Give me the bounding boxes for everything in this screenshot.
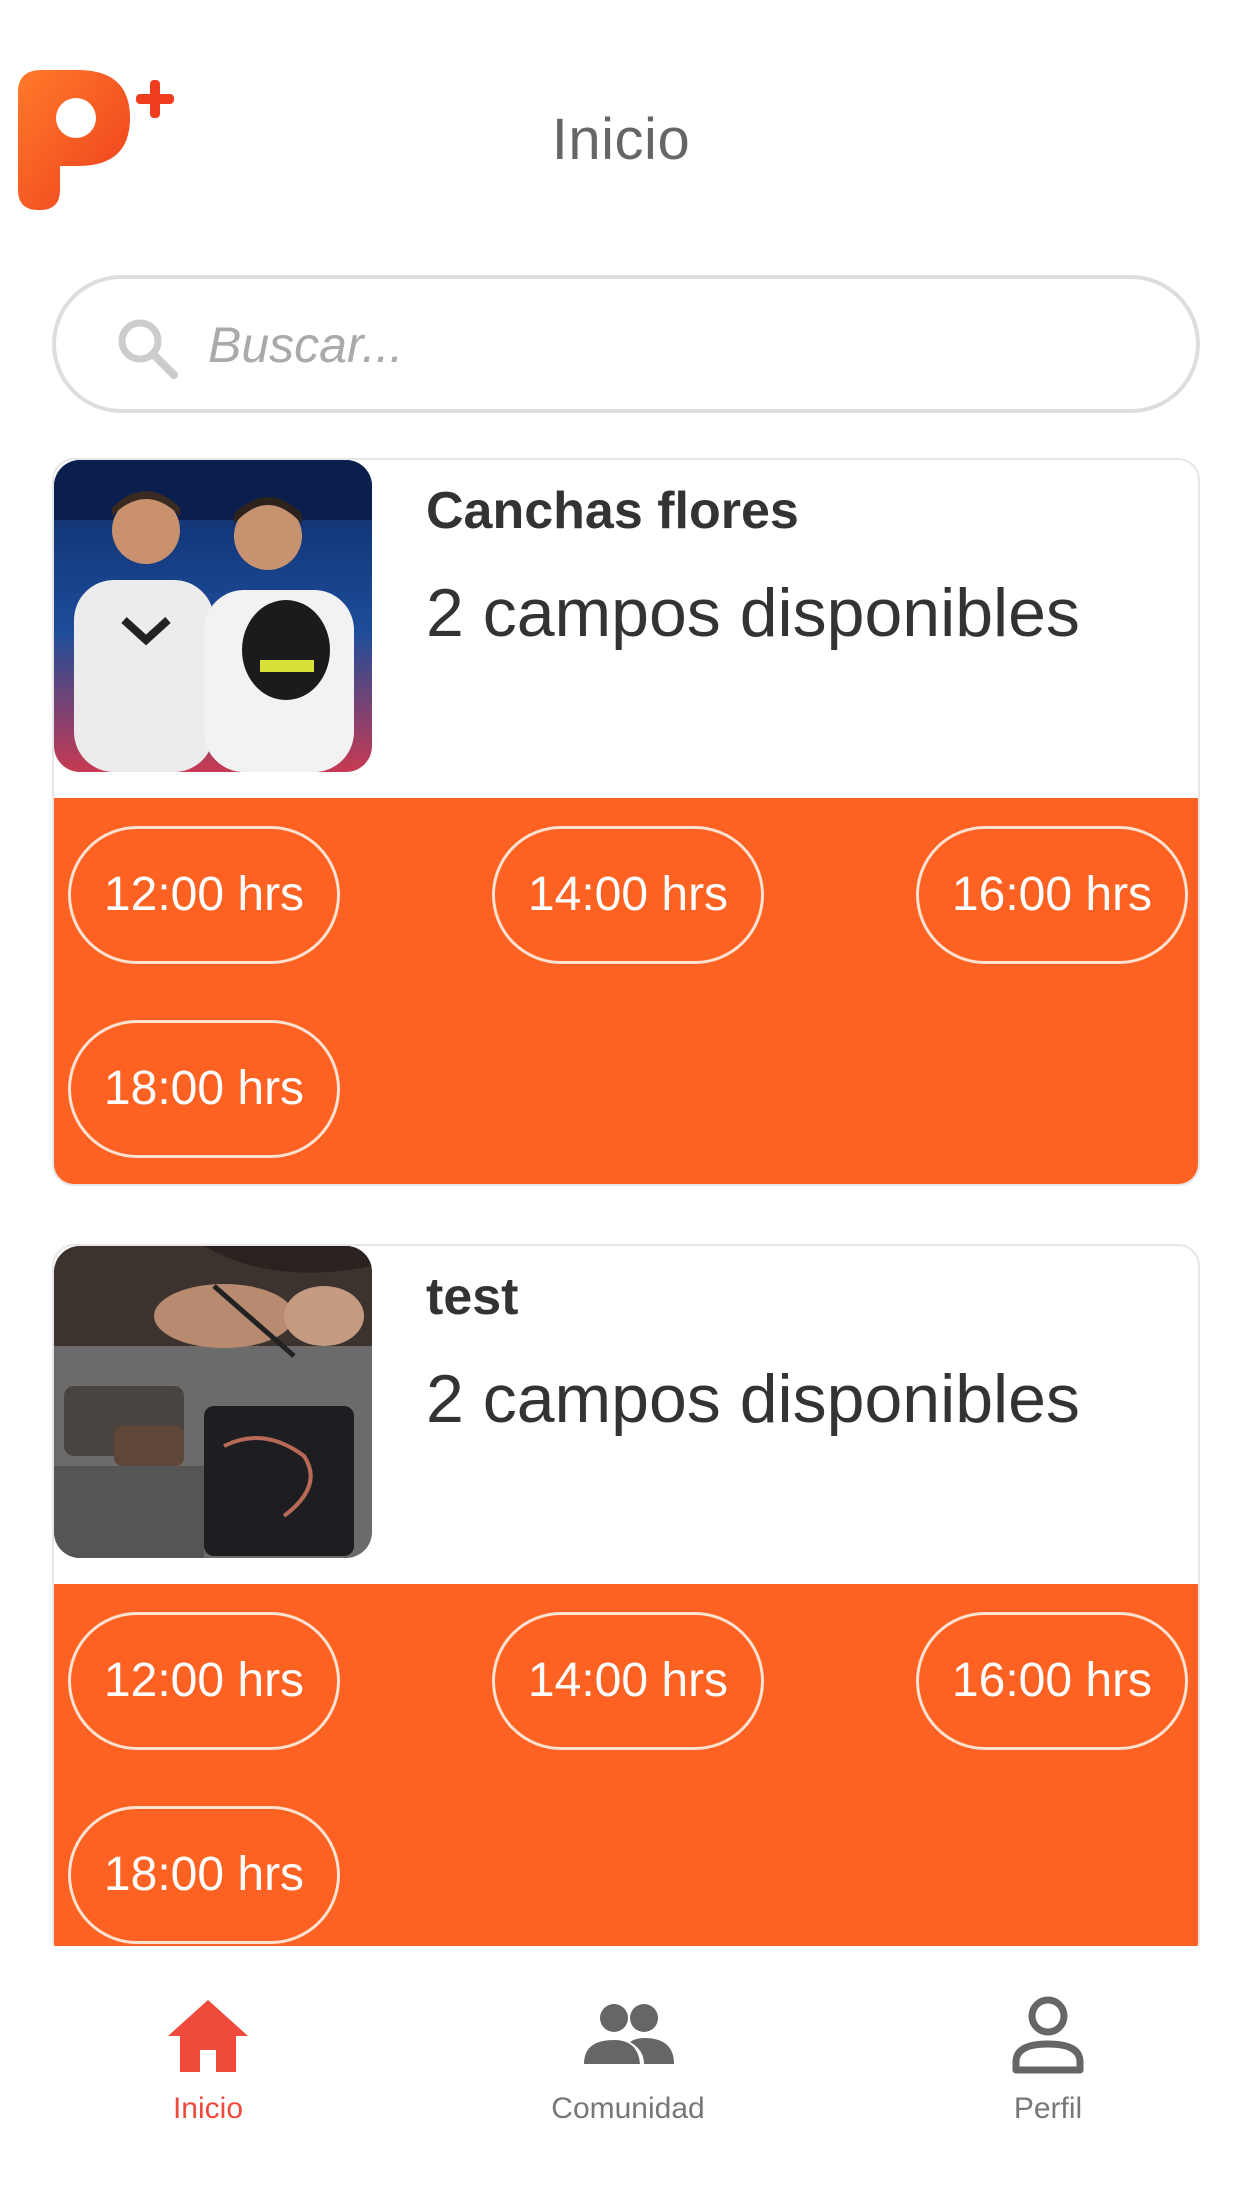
venue-photo-players [54,460,372,772]
time-slots-panel: 12:00 hrs 14:00 hrs 16:00 hrs 18:00 hrs [54,798,1198,1184]
venue-name: test [426,1268,519,1326]
search-input[interactable] [206,303,1170,387]
time-slots-panel: 12:00 hrs 14:00 hrs 16:00 hrs 18:00 hrs [54,1584,1198,1962]
people-icon [584,2004,674,2064]
app-header: Inicio [0,0,1242,250]
person-icon [1012,1996,1084,2074]
nav-label: Perfil [1013,2092,1083,2125]
nav-item-perfil[interactable]: Perfil [918,1988,1178,2138]
venue-availability: 2 campos disponibles [426,1361,1080,1437]
venue-availability: 2 campos disponibles [426,575,1080,651]
page-title: Inicio [551,107,691,172]
search-icon [118,319,178,379]
venue-card[interactable]: Canchas flores 2 campos disponibles 12:0… [52,458,1200,1186]
home-icon [168,2000,248,2072]
time-slot-button[interactable]: 18:00 hrs [68,1806,340,1944]
search-bar[interactable] [52,275,1200,413]
time-slot-button[interactable]: 16:00 hrs [916,826,1188,964]
nav-label: Inicio [172,2092,244,2125]
venue-card[interactable]: test 2 campos disponibles 12:00 hrs 14:0… [52,1244,1200,1964]
time-slot-button[interactable]: 14:00 hrs [492,826,764,964]
venue-photo-craft-tools [54,1246,372,1558]
bottom-navigation: Inicio Comunidad Perfil [0,1946,1242,2208]
time-slot-button[interactable]: 12:00 hrs [68,826,340,964]
venue-name: Canchas flores [426,482,799,540]
nav-item-comunidad[interactable]: Comunidad [498,1988,758,2138]
time-slot-button[interactable]: 16:00 hrs [916,1612,1188,1750]
nav-item-inicio[interactable]: Inicio [78,1988,338,2138]
home-screen: Inicio Buscar... Canchas flores 2 campos… [0,0,1242,2208]
nav-label: Comunidad [551,2092,705,2125]
time-slot-button[interactable]: 14:00 hrs [492,1612,764,1750]
time-slot-button[interactable]: 12:00 hrs [68,1612,340,1750]
time-slot-button[interactable]: 18:00 hrs [68,1020,340,1158]
